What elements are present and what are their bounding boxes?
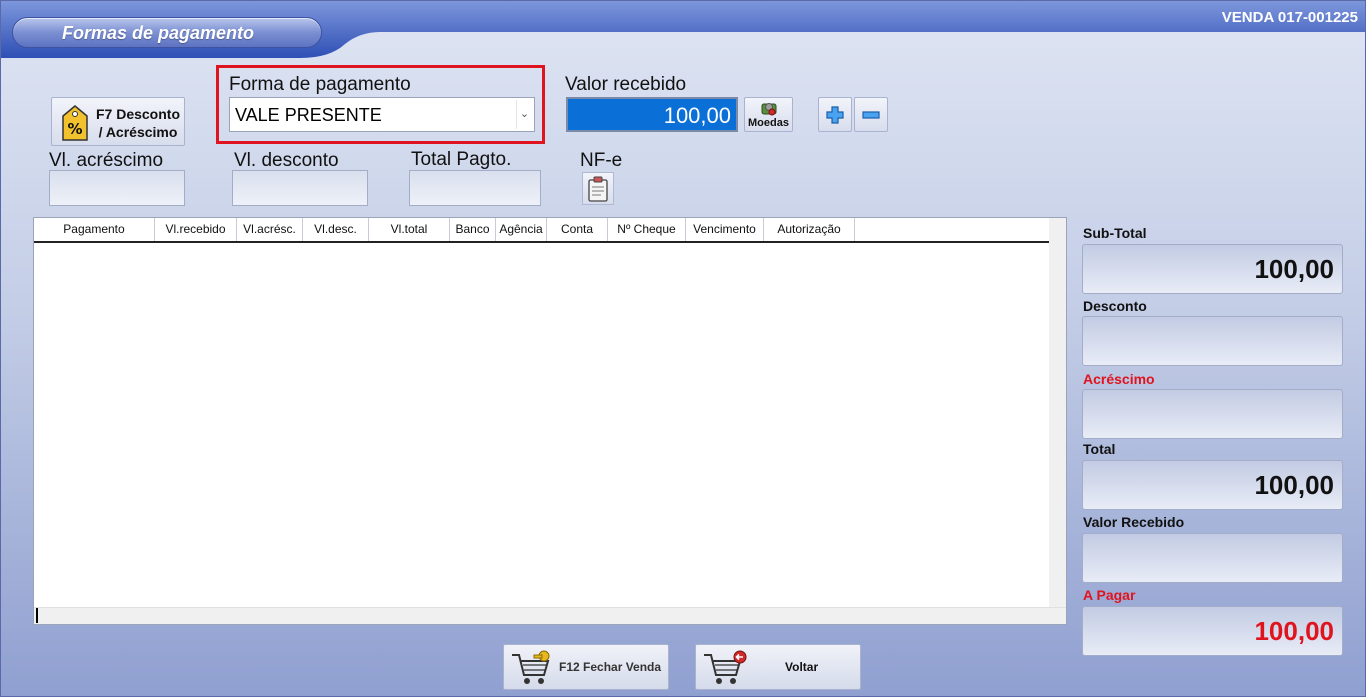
nfe-button[interactable] [582,172,614,205]
acrescimo-summary-box [1082,389,1343,439]
total-value: 100,00 [1254,470,1334,500]
f7-label-line1: F7 Desconto [95,106,180,122]
cart-key-icon [512,650,550,684]
payment-form-select[interactable]: VALE PRESENTE ⌄ [229,97,535,132]
grid-col-autorizacao[interactable]: Autorização [764,218,855,241]
title-pill: Formas de pagamento [12,17,322,48]
subtotal-box: 100,00 [1082,244,1343,294]
desconto-summary-label: Desconto [1083,298,1147,314]
minus-icon [862,111,880,119]
a-pagar-value: 100,00 [1254,616,1334,646]
desconto-acrescimo-button[interactable]: % F7 Desconto / Acréscimo [51,97,185,146]
svg-text:%: % [67,120,82,138]
chevron-down-icon[interactable]: ⌄ [516,100,532,129]
grid-col-banco[interactable]: Banco [450,218,496,241]
total-box: 100,00 [1082,460,1343,510]
grid-col-vl-total[interactable]: Vl.total [369,218,450,241]
valor-recebido-input[interactable]: 100,00 [566,97,738,132]
cart-back-icon [704,650,747,684]
grid-horizontal-scrollbar[interactable] [34,607,1066,624]
header-band: Formas de pagamento VENDA 017-001225 [0,0,1366,60]
acrescimo-summary-label: Acréscimo [1083,371,1155,387]
grid-col-cheque[interactable]: Nº Cheque [608,218,686,241]
vl-desconto-label: Vl. desconto [234,150,339,171]
valor-recebido-value: 100,00 [663,103,731,128]
vl-acrescimo-label: Vl. acréscimo [49,150,164,171]
fechar-venda-label: F12 Fechar Venda [559,660,662,674]
plus-icon [826,106,844,124]
valor-recebido-label: Valor recebido [565,74,687,95]
moedas-label: Moedas [748,117,789,129]
payments-grid[interactable]: Pagamento Vl.recebido Vl.acrésc. Vl.desc… [33,217,1067,625]
grid-col-conta[interactable]: Conta [547,218,608,241]
valor-recebido-summary-label: Valor Recebido [1083,514,1185,530]
fechar-venda-button[interactable]: F12 Fechar Venda [503,644,669,690]
f7-label-line2: / Acréscimo [98,124,178,140]
total-pagto-label: Total Pagto. [411,149,512,170]
voltar-button[interactable]: Voltar [695,644,861,690]
total-label: Total [1083,441,1116,457]
add-payment-button[interactable] [818,97,852,132]
window-title: Formas de pagamento [62,23,255,43]
subtotal-value: 100,00 [1254,254,1334,284]
coins-icon [761,103,777,116]
desconto-summary-box [1082,316,1343,366]
grid-cursor [36,608,38,623]
grid-col-vl-desc[interactable]: Vl.desc. [303,218,369,241]
total-pagto-field[interactable] [409,170,541,206]
remove-payment-button[interactable] [854,97,888,132]
valor-recebido-summary-box [1082,533,1343,583]
venda-code: VENDA 017-001225 [1221,9,1358,26]
desconto-acrescimo-label: F7 Desconto / Acréscimo [92,105,184,141]
a-pagar-label: A Pagar [1083,587,1136,603]
grid-vertical-scrollbar[interactable] [1049,218,1066,607]
grid-col-pagamento[interactable]: Pagamento [34,218,155,241]
discount-tag-icon: % [62,105,88,141]
voltar-label: Voltar [785,660,819,674]
vl-acrescimo-field[interactable] [49,170,185,206]
nfe-label: NF-e [580,150,623,171]
grid-header: Pagamento Vl.recebido Vl.acrésc. Vl.desc… [34,218,1050,243]
grid-col-vencimento[interactable]: Vencimento [686,218,764,241]
grid-col-agencia[interactable]: Agência [496,218,547,241]
grid-col-vl-recebido[interactable]: Vl.recebido [155,218,237,241]
subtotal-label: Sub-Total [1083,225,1147,241]
payment-form-label: Forma de pagamento [229,74,411,95]
payment-form-value: VALE PRESENTE [235,105,382,125]
a-pagar-box: 100,00 [1082,606,1343,656]
grid-col-vl-acresc[interactable]: Vl.acrésc. [237,218,303,241]
vl-desconto-field[interactable] [232,170,368,206]
clipboard-icon [588,176,608,202]
moedas-button[interactable]: Moedas [744,97,793,132]
